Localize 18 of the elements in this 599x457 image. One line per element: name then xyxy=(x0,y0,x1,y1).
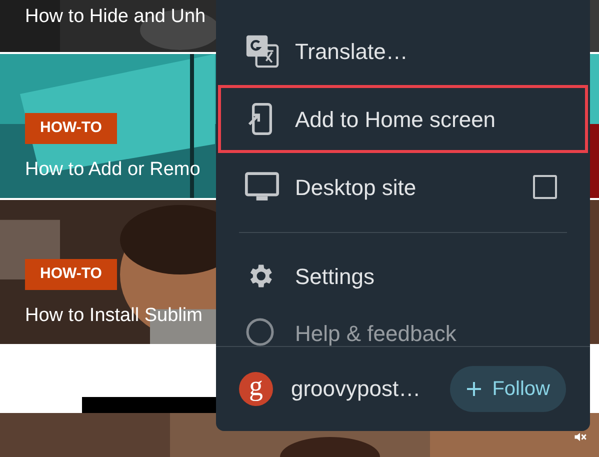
menu-item[interactable]: Desktop site xyxy=(218,153,588,221)
menu-item-label: Settings xyxy=(295,262,374,291)
site-avatar: g xyxy=(239,372,273,406)
menu-item-label: Desktop site xyxy=(295,174,416,202)
menu-item-label: Add to Home screen xyxy=(295,106,496,134)
category-tag: HOW-TO xyxy=(25,259,117,290)
follow-button[interactable]: Follow xyxy=(450,366,566,412)
menu-item[interactable]: Settings xyxy=(218,242,588,310)
menu-item-label: Translate… xyxy=(295,38,408,66)
article-title: How to Add or Remo xyxy=(25,158,200,182)
menu-item[interactable]: Help & feedback xyxy=(218,310,588,346)
category-tag: HOW-TO xyxy=(25,113,117,144)
article-title: How to Hide and Unh xyxy=(25,5,206,29)
menu-item-label: Help & feedback xyxy=(295,320,456,348)
article-title: How to Install Sublim xyxy=(25,304,202,328)
site-name: groovypost… xyxy=(291,375,421,403)
menu-item[interactable]: Add to Home screen xyxy=(218,85,588,153)
menu-item[interactable]: Translate… xyxy=(218,17,588,85)
